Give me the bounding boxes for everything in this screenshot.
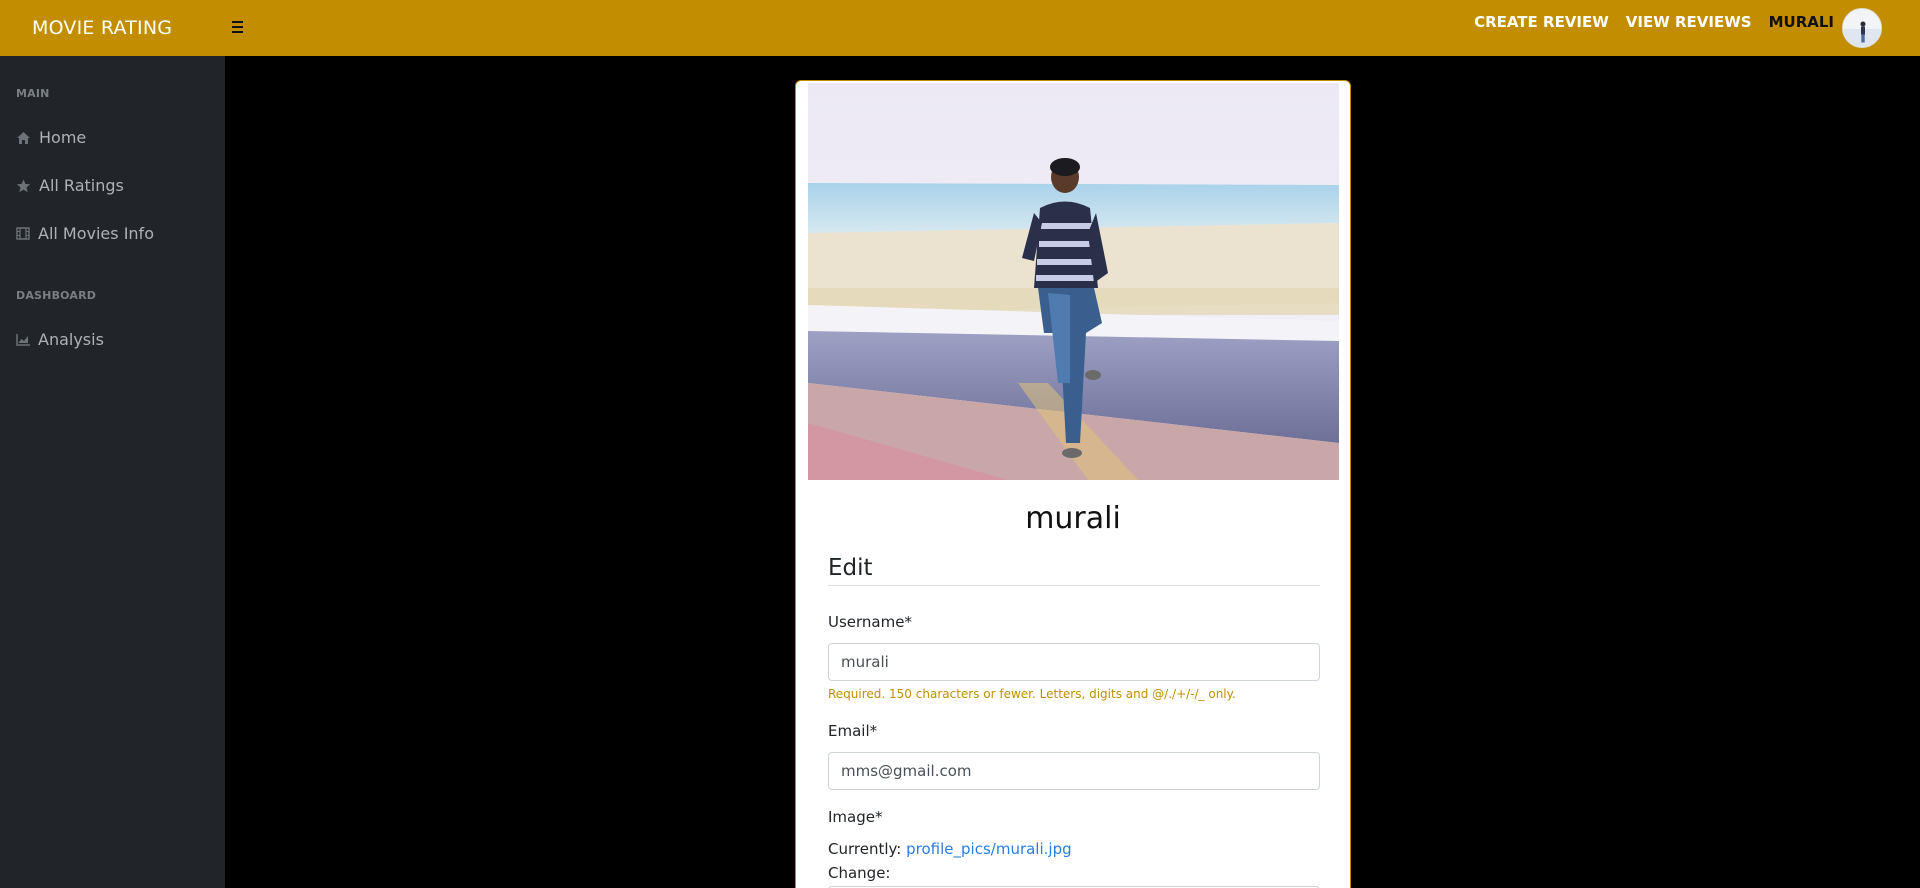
sidebar-item-label: All Movies Info <box>38 224 154 243</box>
user-name[interactable]: MURALI <box>1769 13 1834 31</box>
profile-photo-icon <box>808 83 1339 480</box>
sidebar-item-all-movies-info[interactable]: All Movies Info <box>16 224 154 243</box>
change-label: Change: <box>828 864 891 882</box>
sidebar-heading-dashboard: DASHBOARD <box>16 289 97 302</box>
top-nav-links: CREATE REVIEW VIEW REVIEWS MURALI <box>1474 0 1882 56</box>
email-input[interactable] <box>828 752 1320 790</box>
star-icon <box>16 179 31 192</box>
hamburger-menu-icon[interactable] <box>232 18 248 36</box>
top-navbar: MOVIE RATING CREATE REVIEW VIEW REVIEWS … <box>0 0 1920 56</box>
profile-image <box>808 83 1339 480</box>
view-reviews-link[interactable]: VIEW REVIEWS <box>1626 13 1752 31</box>
sidebar-item-label: Home <box>39 128 87 147</box>
home-icon <box>17 131 30 144</box>
sidebar-item-home[interactable]: Home <box>16 128 86 147</box>
sidebar-heading-main: MAIN <box>16 87 50 100</box>
avatar[interactable] <box>1842 8 1882 48</box>
profile-card: murali Edit Username* Required. 150 char… <box>795 80 1351 888</box>
image-label: Image* <box>828 808 883 826</box>
currently-label: Currently: <box>828 840 902 858</box>
create-review-link[interactable]: CREATE REVIEW <box>1474 13 1609 31</box>
sidebar-item-label: Analysis <box>38 330 104 349</box>
profile-username-heading: murali <box>1025 501 1121 536</box>
email-label: Email* <box>828 722 878 740</box>
sidebar: MAIN Home All Ratings All Movies Info DA… <box>0 56 225 888</box>
current-image-link[interactable]: profile_pics/murali.jpg <box>906 840 1071 858</box>
edit-section-title: Edit <box>828 555 1320 586</box>
film-icon <box>16 227 30 240</box>
brand-title[interactable]: MOVIE RATING <box>0 0 225 56</box>
username-help-text: Required. 150 characters or fewer. Lette… <box>828 687 1236 701</box>
avatar-photo-icon <box>1843 9 1881 47</box>
sidebar-item-label: All Ratings <box>39 176 124 195</box>
username-label: Username* <box>828 613 912 631</box>
sidebar-item-all-ratings[interactable]: All Ratings <box>16 176 124 195</box>
chart-icon <box>16 333 30 346</box>
sidebar-item-analysis[interactable]: Analysis <box>16 330 104 349</box>
username-input[interactable] <box>828 643 1320 681</box>
image-current: Currently: profile_pics/murali.jpg <box>828 840 1072 858</box>
